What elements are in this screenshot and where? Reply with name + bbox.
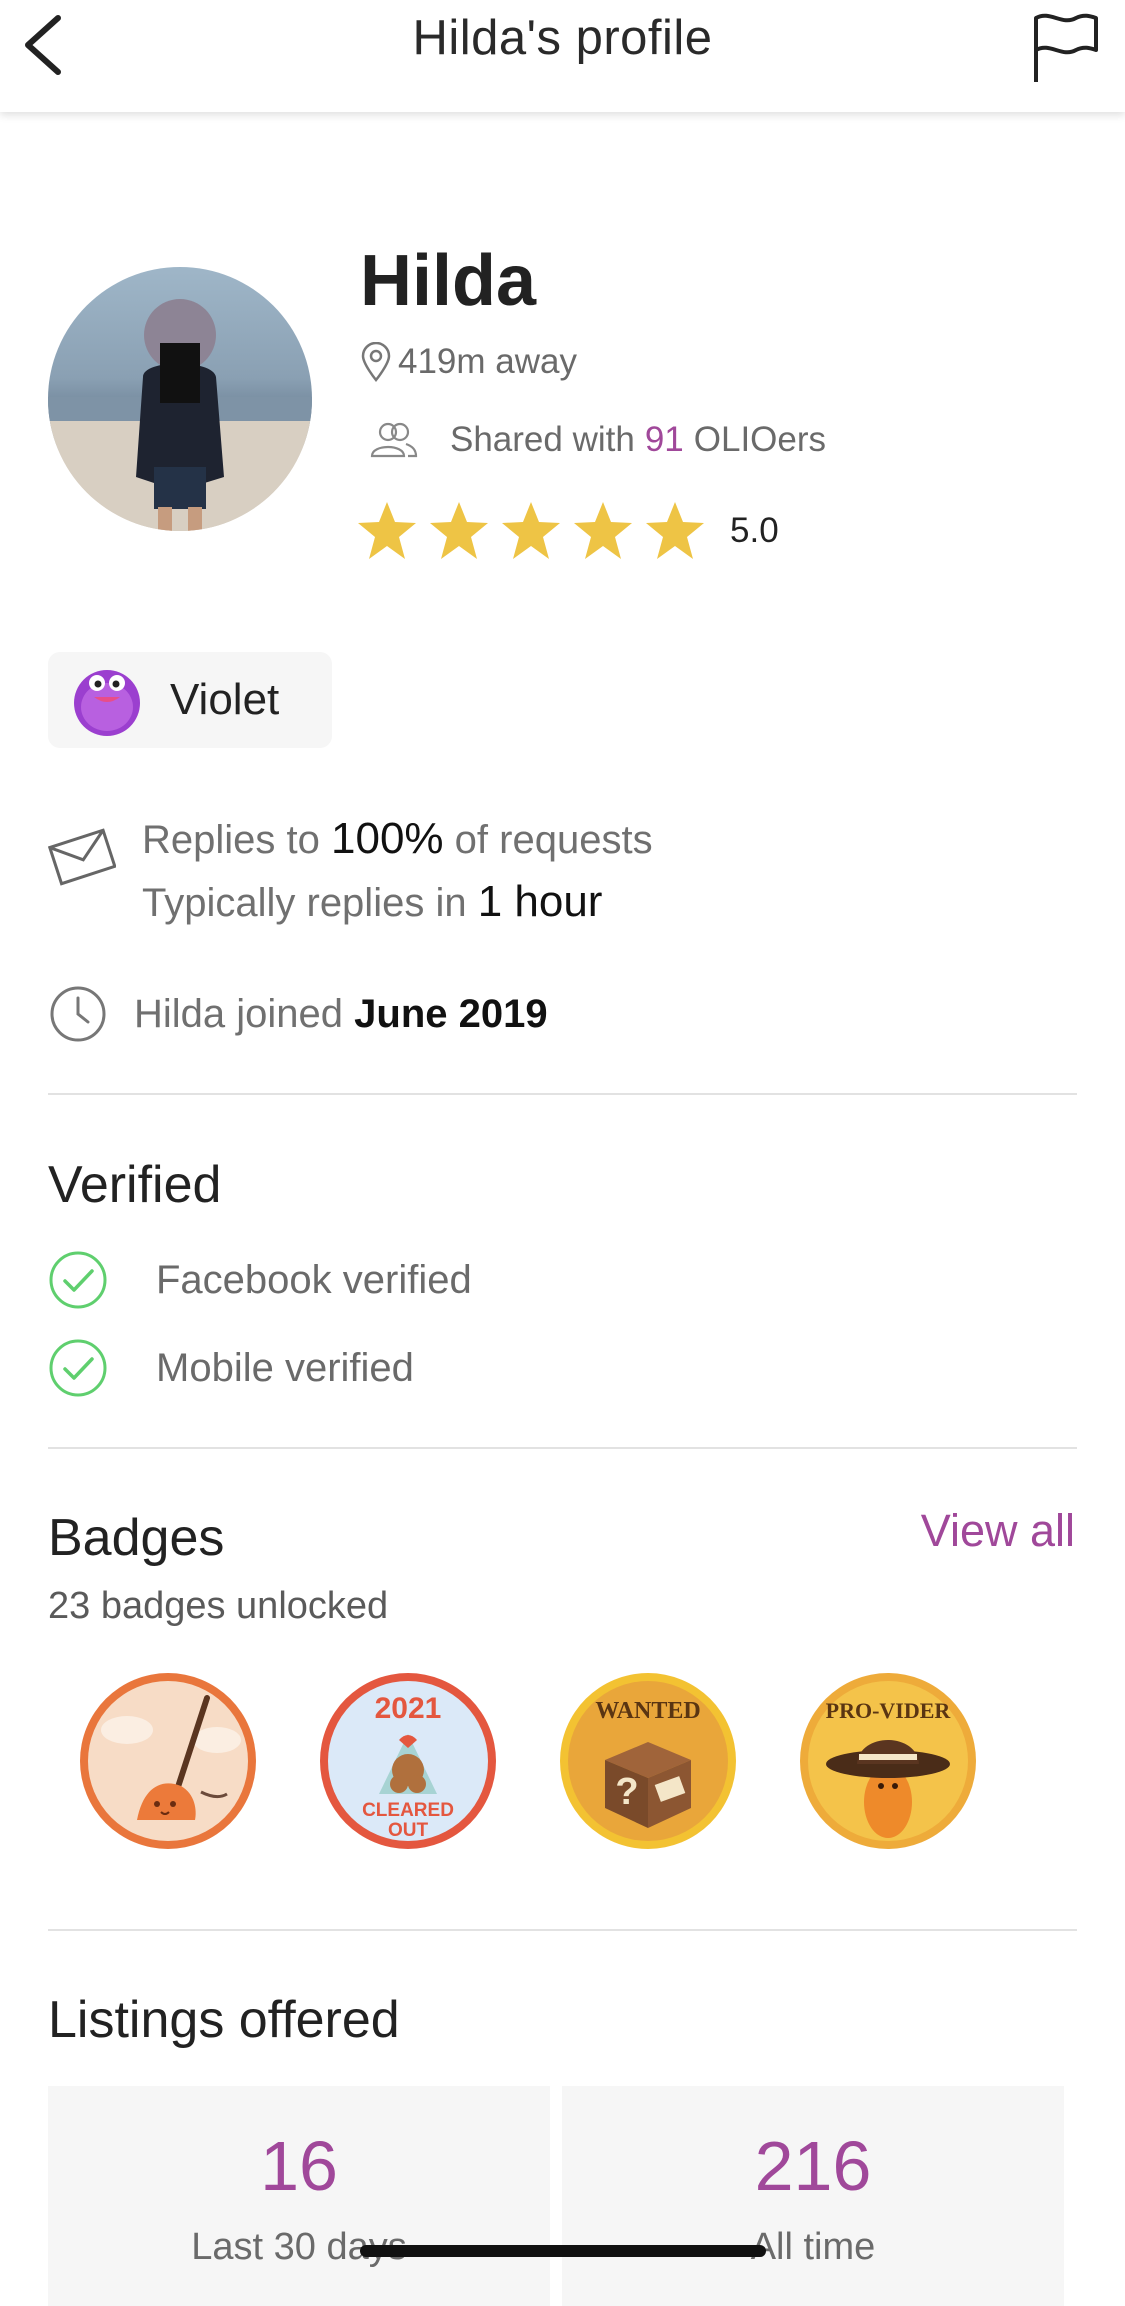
location-pin-icon [361,342,391,382]
badge-year-text: 2021 [375,1692,442,1725]
check-circle-icon [49,1251,107,1309]
joined-text: Hilda joined June 2019 [134,984,548,1044]
badges-count: 23 badges unlocked [48,1585,389,1627]
stat-value: 16 [260,2127,338,2205]
star-icon [502,502,560,559]
divider [48,1929,1077,1931]
star-icon [574,502,632,559]
avatar-photo [48,299,312,531]
level-label: Violet [170,675,280,724]
replies-line1-suffix: of requests [454,818,653,862]
distance-row: 419m away [360,342,577,382]
home-indicator[interactable] [360,2245,766,2257]
violet-mascot-icon [74,670,140,736]
joined-date: June 2019 [354,992,548,1036]
badges-title: Badges [48,1509,225,1567]
badge-question-mark: ? [615,1771,638,1813]
badge-pro-vider-text: PRO-VIDER [826,1698,952,1723]
reply-time: 1 hour [477,877,603,926]
shared-count: 91 [644,420,684,459]
distance-text: 419m away [398,342,577,381]
rating-stars: 5.0 [356,500,779,562]
rating-value: 5.0 [730,511,779,550]
joined-row: Hilda joined June 2019 [48,984,548,1044]
envelope-icon [48,828,116,886]
shared-prefix: Shared with [450,420,635,459]
wanted-badge[interactable]: WANTED ? [557,1670,739,1852]
verified-label: Mobile verified [156,1345,414,1390]
replies-line1-prefix: Replies to [142,818,320,862]
star-icon [646,502,704,559]
verified-label: Facebook verified [156,1257,472,1302]
badge-wanted-text: WANTED [595,1698,700,1724]
shared-row: Shared with 91 OLIOers [360,420,826,460]
verified-item: Mobile verified [48,1338,414,1398]
clock-icon [50,986,106,1042]
replies-line2-prefix: Typically replies in [142,881,467,925]
star-icon [358,502,416,559]
star-icon [430,502,488,559]
replies-row: Replies to 100% of requests Typically re… [48,808,653,934]
divider [48,1093,1077,1095]
people-icon [370,422,418,458]
verified-item: Facebook verified [48,1250,472,1310]
replies-text: Replies to 100% of requests Typically re… [142,808,653,934]
badge-out-text: OUT [388,1820,429,1841]
stat-card-last-30-days[interactable]: 16 Last 30 days [48,2086,550,2306]
check-circle-icon [49,1339,107,1397]
top-bar: Hilda's profile [0,0,1125,112]
badge-cleared-text: CLEARED [362,1800,454,1821]
cleared-out-2021-badge[interactable]: 2021 CLEARED OUT [317,1670,499,1852]
view-all-badges-link[interactable]: View all [921,1505,1075,1557]
shared-suffix: OLIOers [693,420,827,459]
profile-name: Hilda [360,241,537,321]
verified-title: Verified [48,1156,222,1214]
broom-badge[interactable] [77,1670,259,1852]
avatar [48,267,312,531]
listings-title: Listings offered [48,1991,400,2049]
divider [48,1447,1077,1449]
joined-prefix: Hilda joined [134,992,344,1036]
stat-value: 216 [754,2127,872,2205]
page-title: Hilda's profile [412,11,713,65]
stat-card-all-time[interactable]: 216 All time [562,2086,1064,2306]
reply-rate: 100% [331,814,444,863]
level-chip[interactable]: Violet [48,652,332,748]
pro-vider-badge[interactable]: PRO-VIDER [797,1670,979,1852]
flag-icon[interactable] [1030,10,1100,85]
